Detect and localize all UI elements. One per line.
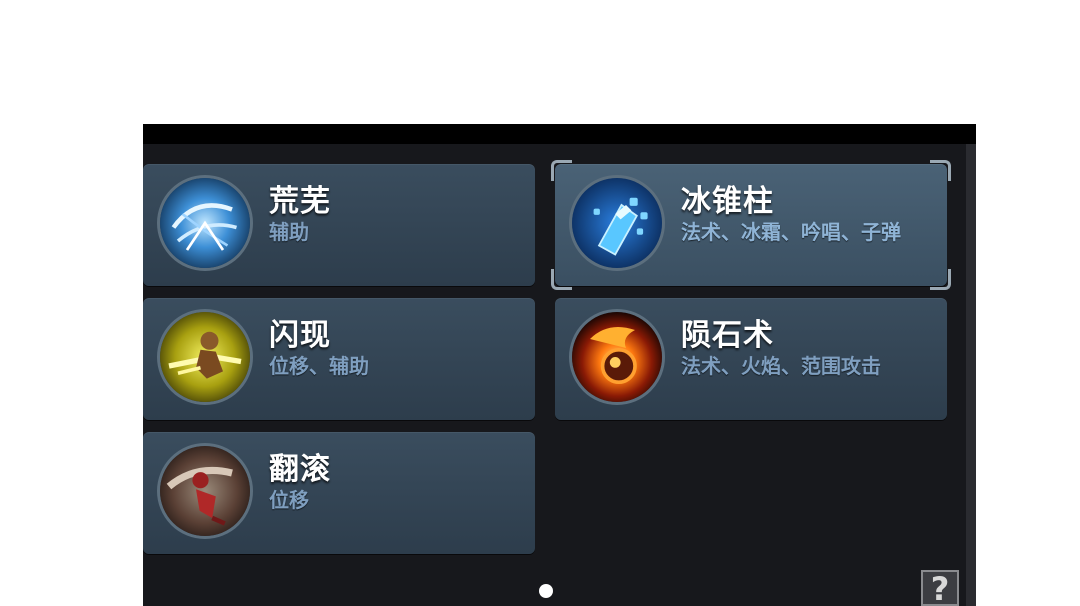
meteor-fire-icon [569, 309, 665, 405]
ice-shard-icon [569, 175, 665, 271]
skill-tags: 辅助 [269, 220, 309, 244]
skill-card-barren[interactable]: 荒芜 辅助 [143, 164, 535, 286]
skill-name: 闪现 [269, 318, 331, 353]
skill-card-ice-spike[interactable]: 冰锥柱 法术、冰霜、吟唱、子弹 [551, 160, 951, 290]
roll-figure-icon [157, 443, 253, 539]
selection-corner [930, 160, 951, 181]
screen: 荒芜 辅助 冰锥柱 法术、冰霜、吟唱、子弹 闪现 位移、辅助 陨石术 法术、火焰… [0, 0, 1080, 606]
selection-corner [551, 269, 572, 290]
selection-corner [551, 160, 572, 181]
skill-tags: 法术、火焰、范围攻击 [681, 354, 881, 378]
skill-grid: 荒芜 辅助 冰锥柱 法术、冰霜、吟唱、子弹 闪现 位移、辅助 陨石术 法术、火焰… [143, 144, 976, 606]
skill-name: 冰锥柱 [681, 184, 774, 219]
help-button[interactable]: ? [921, 570, 959, 606]
skill-selection-panel: 荒芜 辅助 冰锥柱 法术、冰霜、吟唱、子弹 闪现 位移、辅助 陨石术 法术、火焰… [143, 144, 976, 606]
skill-card-meteor[interactable]: 陨石术 法术、火焰、范围攻击 [555, 298, 947, 420]
wind-swirl-icon [157, 175, 253, 271]
skill-tags: 位移、辅助 [269, 354, 369, 378]
skill-name: 翻滚 [269, 452, 331, 487]
skill-card-roll[interactable]: 翻滚 位移 [143, 432, 535, 554]
top-black-bar [143, 124, 976, 144]
skill-card-blink[interactable]: 闪现 位移、辅助 [143, 298, 535, 420]
skill-name: 荒芜 [269, 184, 331, 219]
selection-corner [930, 269, 951, 290]
dash-figure-icon [157, 309, 253, 405]
page-indicator-dot[interactable] [539, 584, 553, 598]
skill-tags: 位移 [269, 488, 309, 512]
skill-tags: 法术、冰霜、吟唱、子弹 [681, 220, 901, 244]
skill-name: 陨石术 [681, 318, 774, 353]
